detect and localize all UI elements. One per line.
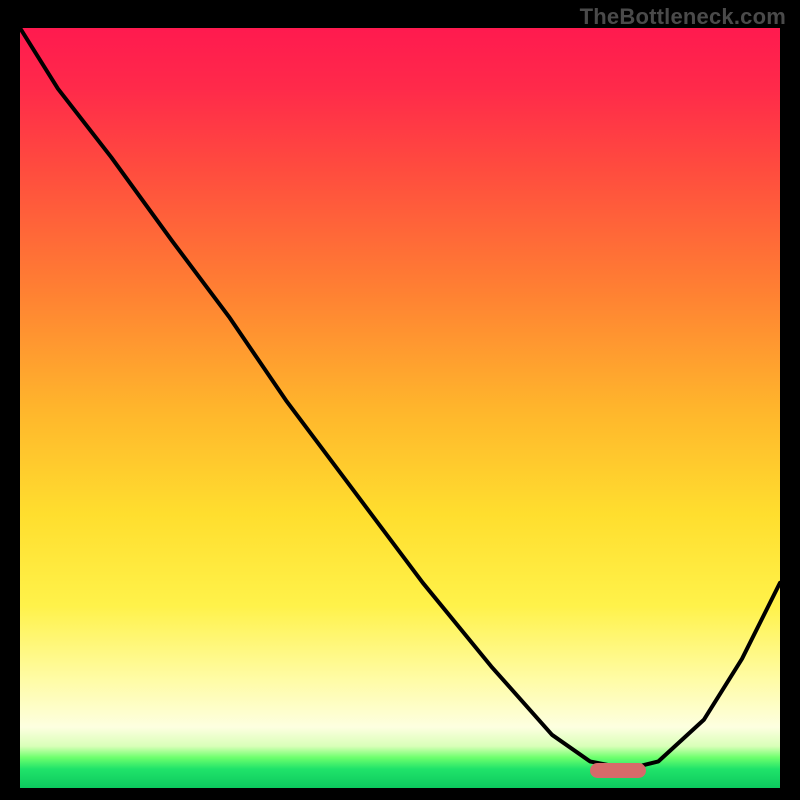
plot-area — [20, 28, 780, 788]
optimal-marker — [590, 763, 646, 778]
bottleneck-curve-path — [20, 28, 780, 769]
watermark-text: TheBottleneck.com — [580, 4, 786, 30]
chart-stage: TheBottleneck.com — [0, 0, 800, 800]
curve-layer — [20, 28, 780, 788]
